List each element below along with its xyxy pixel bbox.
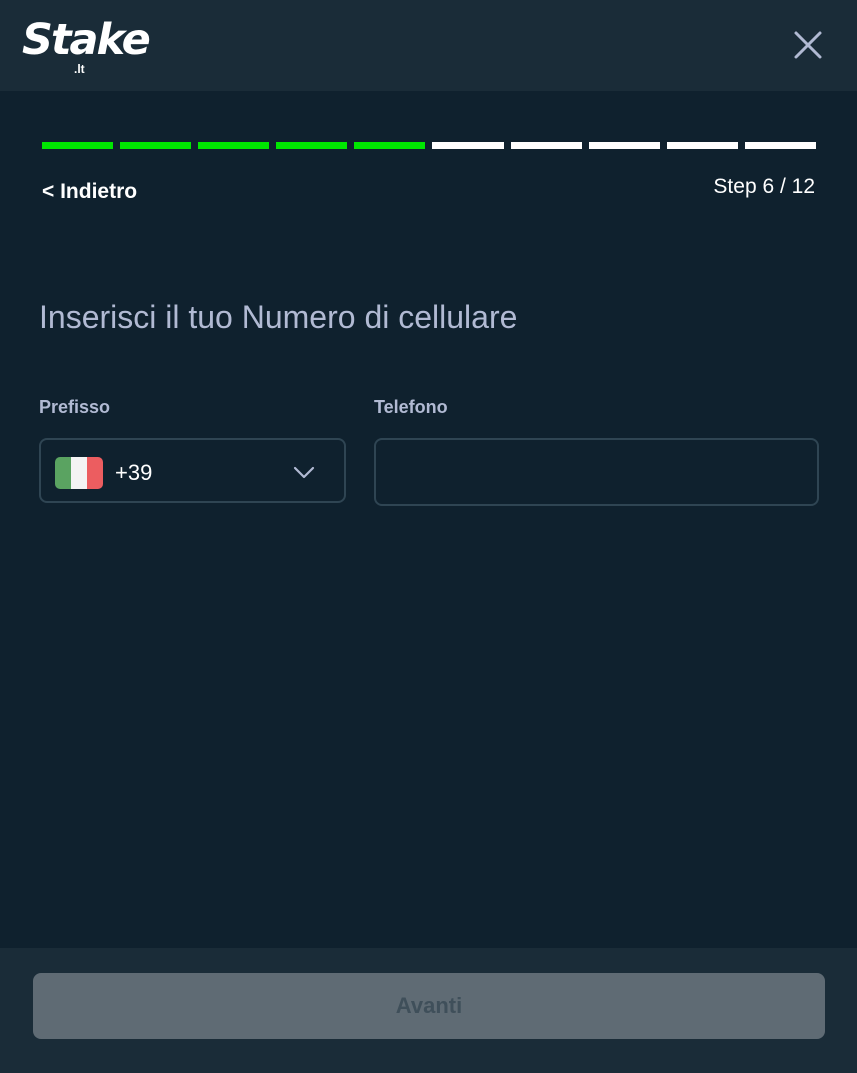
italy-flag-icon bbox=[55, 457, 103, 489]
phone-label: Telefono bbox=[374, 397, 448, 417]
header: Stake .lt bbox=[0, 0, 857, 91]
footer: Avanti bbox=[0, 948, 857, 1073]
progress-segment bbox=[354, 142, 426, 149]
progress-segment bbox=[276, 142, 348, 149]
progress-segment bbox=[42, 142, 114, 149]
progress-segment bbox=[198, 142, 270, 149]
page-title: Inserisci il tuo Numero di cellulare bbox=[39, 299, 518, 335]
progress-segment bbox=[588, 142, 660, 149]
progress-segment bbox=[120, 142, 192, 149]
prefix-label: Prefisso bbox=[39, 397, 111, 417]
phone-input[interactable] bbox=[374, 438, 819, 506]
logo-subtext: .lt bbox=[74, 62, 85, 76]
progress-segment bbox=[744, 142, 816, 149]
progress-segment bbox=[432, 142, 504, 149]
country-prefix-select[interactable]: +39 bbox=[39, 438, 346, 503]
step-progress-bar bbox=[42, 142, 816, 149]
progress-segment bbox=[510, 142, 582, 149]
logo-text: Stake bbox=[22, 15, 151, 65]
progress-segment bbox=[666, 142, 738, 149]
chevron-down-icon bbox=[293, 466, 315, 479]
step-counter: Step 6 / 12 bbox=[713, 175, 815, 198]
close-icon bbox=[794, 31, 822, 59]
back-link[interactable]: < Indietro bbox=[42, 180, 137, 204]
close-button[interactable] bbox=[793, 30, 823, 60]
prefix-value: +39 bbox=[115, 460, 153, 485]
stake-logo[interactable]: Stake .lt bbox=[22, 12, 151, 78]
next-button[interactable]: Avanti bbox=[33, 973, 825, 1039]
